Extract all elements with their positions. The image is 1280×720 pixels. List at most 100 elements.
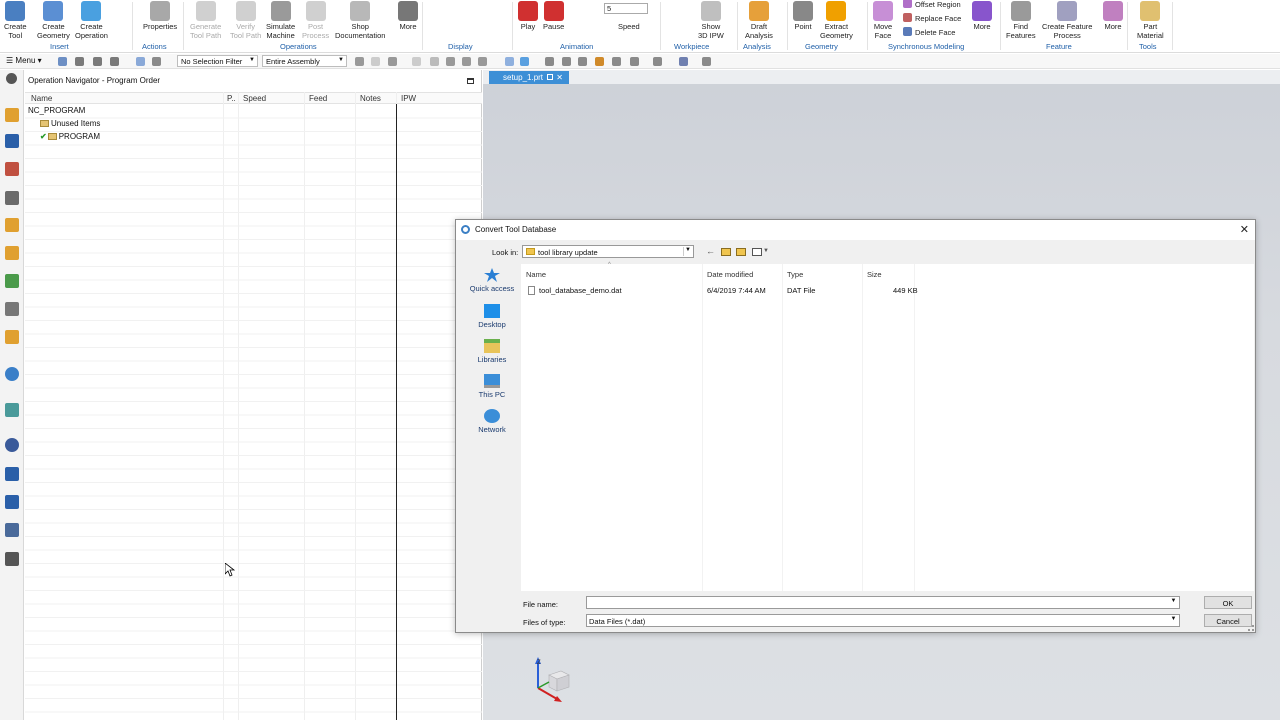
draft-analysis-button[interactable]: Draft Analysis bbox=[745, 0, 773, 40]
move-face-button[interactable]: Move Face bbox=[873, 0, 893, 40]
create-feature-process-button[interactable]: Create Feature Process bbox=[1042, 0, 1092, 40]
more-operations-button[interactable]: More bbox=[398, 0, 418, 32]
column-header-speed[interactable]: Speed bbox=[243, 94, 266, 103]
tree-item-unused-items[interactable]: Unused Items bbox=[40, 119, 100, 128]
place-desktop[interactable]: Desktop bbox=[462, 304, 522, 329]
select-icon[interactable] bbox=[58, 57, 67, 66]
file-name-input[interactable]: ▼ bbox=[586, 596, 1180, 609]
look-in-dropdown[interactable]: tool library update ▼ bbox=[522, 245, 694, 258]
deselect-icon[interactable] bbox=[110, 57, 119, 66]
settings-icon[interactable] bbox=[6, 73, 17, 84]
snap-quadrant-icon[interactable] bbox=[462, 57, 471, 66]
assembly-navigator-icon[interactable] bbox=[5, 246, 19, 260]
more-sync-button[interactable]: More bbox=[972, 0, 992, 32]
properties-button[interactable]: Properties bbox=[143, 0, 177, 32]
assembly-scope-dropdown[interactable]: Entire Assembly ▼ bbox=[262, 55, 347, 67]
restore-icon[interactable] bbox=[612, 57, 621, 66]
resize-grip[interactable] bbox=[1248, 625, 1254, 631]
pan-icon[interactable] bbox=[152, 57, 161, 66]
column-header-date-modified[interactable]: Date modified bbox=[707, 270, 753, 279]
operation-navigator-icon[interactable] bbox=[5, 191, 19, 205]
simulate-machine-button[interactable]: Simulate Machine bbox=[266, 0, 295, 40]
dialog-title-bar[interactable]: Convert Tool Database ✕ bbox=[456, 220, 1255, 240]
more-feature-button[interactable]: More bbox=[1103, 0, 1123, 32]
ok-button[interactable]: OK bbox=[1204, 596, 1252, 609]
show-3d-ipw-button[interactable]: Show 3D IPW bbox=[698, 0, 724, 40]
clock-icon[interactable] bbox=[5, 438, 19, 452]
perspective-icon[interactable] bbox=[595, 57, 604, 66]
column-header-path[interactable]: P.. bbox=[227, 94, 236, 103]
tab-setup-1[interactable]: setup_1.prt ✕ bbox=[489, 71, 569, 84]
part-navigator-icon[interactable] bbox=[5, 218, 19, 232]
close-icon[interactable]: ✕ bbox=[1240, 223, 1249, 236]
column-header-name[interactable]: Name bbox=[31, 94, 52, 103]
snap-control-icon[interactable] bbox=[412, 57, 421, 66]
process-studio-icon[interactable] bbox=[5, 403, 19, 417]
shaded-view-icon[interactable] bbox=[520, 57, 529, 66]
sync-item-1[interactable]: Replace Face bbox=[903, 13, 961, 23]
create-geometry-button[interactable]: Create Geometry bbox=[37, 0, 70, 40]
zoom-window-icon[interactable] bbox=[562, 57, 571, 66]
place-quick-access[interactable]: Quick access bbox=[462, 268, 522, 293]
tree-item-program[interactable]: ✔ PROGRAM bbox=[40, 132, 100, 141]
tree-item-nc-program[interactable]: NC_PROGRAM bbox=[28, 106, 85, 115]
create-tool-button[interactable]: Create Tool bbox=[4, 0, 27, 40]
zoom-icon[interactable] bbox=[545, 57, 554, 66]
chevron-down-icon[interactable]: ▼ bbox=[763, 247, 773, 256]
sync-item-2[interactable]: Delete Face bbox=[903, 27, 955, 37]
chevron-down-icon[interactable]: ▼ bbox=[1169, 598, 1178, 607]
snap-intersect-icon[interactable] bbox=[430, 57, 439, 66]
speed-spinner[interactable]: 5 bbox=[604, 3, 648, 14]
shop-documentation-button[interactable]: Shop Documentation bbox=[335, 0, 385, 40]
column-header-name[interactable]: Name bbox=[526, 270, 546, 279]
machine-tool-navigator-icon[interactable] bbox=[5, 108, 19, 122]
snap-center-icon[interactable] bbox=[446, 57, 455, 66]
menu-button[interactable]: ☰ Menu ▾ bbox=[6, 56, 42, 65]
snap-icon[interactable] bbox=[75, 57, 84, 66]
render-style-icon[interactable] bbox=[679, 57, 688, 66]
method-navigator-icon[interactable] bbox=[5, 162, 19, 176]
fit-icon[interactable] bbox=[136, 57, 145, 66]
post-process-button[interactable]: Post Process bbox=[302, 0, 329, 40]
palette-icon[interactable] bbox=[5, 523, 19, 537]
column-header-ipw[interactable]: IPW bbox=[401, 94, 416, 103]
edge-style-icon[interactable] bbox=[702, 57, 711, 66]
point-button[interactable]: Point bbox=[793, 0, 813, 32]
verify-tool-path-button[interactable]: Verify Tool Path bbox=[230, 0, 261, 40]
view-orient-icon[interactable] bbox=[505, 57, 514, 66]
system-scene-icon[interactable] bbox=[5, 495, 19, 509]
rotate-icon[interactable] bbox=[578, 57, 587, 66]
cancel-button[interactable]: Cancel bbox=[1204, 614, 1252, 627]
layer-icon[interactable] bbox=[630, 57, 639, 66]
column-header-notes[interactable]: Notes bbox=[360, 94, 381, 103]
place-network[interactable]: Network bbox=[462, 409, 522, 434]
new-folder-icon[interactable] bbox=[736, 248, 746, 256]
part-material-button[interactable]: Part Material bbox=[1137, 0, 1164, 40]
file-list[interactable]: ^ Name Date modified Type Size tool_data… bbox=[521, 262, 1254, 591]
files-of-type-dropdown[interactable]: Data Files (*.dat) ▼ bbox=[586, 614, 1180, 627]
play-button[interactable]: Play bbox=[518, 0, 538, 32]
hd3d-tools-icon[interactable] bbox=[5, 302, 19, 316]
selection-filter-dropdown[interactable]: No Selection Filter ▼ bbox=[177, 55, 258, 67]
pause-button[interactable]: Pause bbox=[543, 0, 564, 32]
back-icon[interactable]: ← bbox=[706, 247, 716, 256]
column-header-size[interactable]: Size bbox=[867, 270, 882, 279]
place-libraries[interactable]: Libraries bbox=[462, 339, 522, 364]
snap-mid-icon[interactable] bbox=[388, 57, 397, 66]
pin-icon[interactable] bbox=[547, 74, 553, 80]
splitter-line[interactable] bbox=[396, 104, 397, 720]
web-browser-icon[interactable] bbox=[5, 330, 19, 344]
find-features-button[interactable]: Find Features bbox=[1006, 0, 1036, 40]
generate-tool-path-button[interactable]: Generate Tool Path bbox=[190, 0, 221, 40]
display-mode-icon[interactable] bbox=[653, 57, 662, 66]
cam-icon[interactable] bbox=[5, 552, 19, 566]
up-folder-icon[interactable] bbox=[721, 248, 731, 256]
snap-end-icon[interactable] bbox=[371, 57, 380, 66]
snap-point-icon[interactable] bbox=[355, 57, 364, 66]
reuse-library-icon[interactable] bbox=[5, 274, 19, 288]
file-row[interactable]: tool_database_demo.dat 6/4/2019 7:44 AM … bbox=[527, 284, 918, 296]
sync-item-0[interactable]: Offset Region bbox=[903, 0, 961, 9]
history-icon[interactable] bbox=[5, 367, 19, 381]
place-this-pc[interactable]: This PC bbox=[462, 374, 522, 399]
filter-icon[interactable] bbox=[93, 57, 102, 66]
